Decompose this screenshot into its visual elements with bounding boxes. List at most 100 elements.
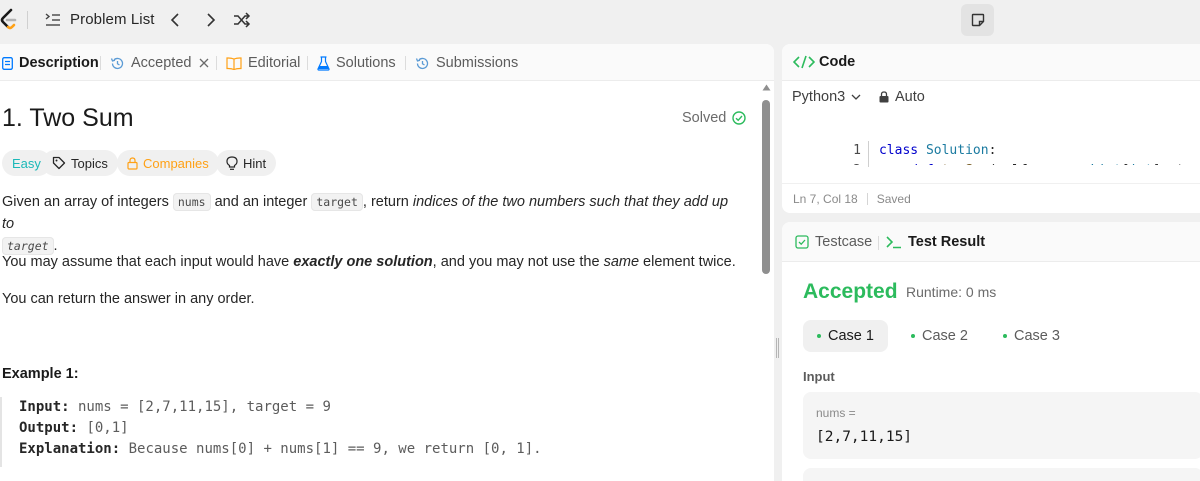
panel-resize-handle[interactable]: [776, 338, 779, 358]
code-title: Code: [819, 54, 856, 70]
tab-description[interactable]: Description: [2, 54, 99, 72]
scrollbar-thumb[interactable]: [762, 100, 770, 274]
chevron-left-icon[interactable]: [167, 11, 185, 29]
code-tab[interactable]: Code: [793, 54, 855, 70]
problem-list-icon[interactable]: [45, 13, 61, 27]
language-select[interactable]: Python3: [792, 89, 861, 105]
tab-submissions[interactable]: Submissions: [415, 54, 518, 72]
code-line: 2 def twoSum(self, nums: List[int], targ…: [782, 141, 1200, 165]
close-icon[interactable]: [199, 58, 209, 68]
chevron-down-icon: [851, 94, 861, 100]
input-var-value: [2,7,11,15]: [816, 429, 913, 445]
example-key: Explanation:: [19, 441, 121, 457]
history-icon: [110, 57, 124, 69]
language-label: Python3: [792, 89, 846, 105]
companies-button[interactable]: Companies: [117, 150, 219, 176]
inline-code: nums: [172, 193, 211, 211]
tab-editorial[interactable]: Editorial: [226, 54, 300, 72]
tab-divider: [100, 56, 101, 70]
text: and an integer: [210, 194, 312, 210]
hint-button[interactable]: Hint: [216, 150, 277, 176]
input-var-label: nums =: [816, 406, 856, 420]
tag-icon: [52, 156, 66, 170]
check-circle-icon: [732, 111, 747, 125]
case-tab-3[interactable]: Case 3: [989, 320, 1074, 352]
text: , and you may not use the: [432, 254, 604, 270]
tab-divider: [307, 56, 308, 70]
code-editor[interactable]: 1class Solution: 2 def twoSum(self, nums…: [782, 121, 1200, 165]
test-result-panel: Testcase Test Result Accepted Runtime: 0…: [782, 222, 1200, 481]
code-line: 3 for i in range(len(nums)):: [782, 161, 1145, 165]
emphasis-text: same: [603, 254, 640, 270]
case-tab-2[interactable]: Case 2: [897, 320, 982, 352]
case-label: Case 3: [1014, 328, 1060, 344]
flask-icon: [317, 55, 330, 71]
tab-testcase-label: Testcase: [815, 234, 873, 250]
checkbox-icon: [795, 235, 809, 249]
text: , return: [362, 194, 413, 210]
topics-button[interactable]: Topics: [42, 150, 118, 176]
text: element twice.: [639, 254, 736, 270]
tab-description-label: Description: [19, 55, 99, 71]
tab-test-result[interactable]: Test Result: [886, 234, 985, 250]
tab-submissions-label: Submissions: [436, 55, 519, 71]
example-explanation-line: Explanation: Because nums[0] + nums[1] =…: [19, 439, 600, 460]
editor-status-bar: Ln 7, Col 18 Saved: [782, 183, 1200, 213]
code-line: 1 class Solution:: [782, 121, 996, 158]
solved-label: Solved: [682, 110, 727, 126]
lock-icon: [127, 156, 138, 170]
example-input-line: Input: nums = [2,7,11,15], target = 9: [19, 397, 600, 418]
scroll-up-arrow-icon[interactable]: [762, 84, 771, 91]
example-block: Input: nums = [2,7,11,15], target = 9 Ou…: [0, 397, 600, 467]
hint-label: Hint: [243, 155, 267, 171]
shuffle-icon[interactable]: [233, 11, 251, 29]
save-status: Saved: [876, 191, 911, 206]
leetcode-logo[interactable]: [0, 8, 18, 32]
strong-text: exactly one solution: [293, 254, 433, 270]
auto-mode-toggle[interactable]: Auto: [879, 89, 925, 105]
inline-code: target: [311, 193, 363, 211]
tab-test-result-label: Test Result: [908, 234, 986, 250]
auto-label: Auto: [895, 89, 925, 105]
pass-dot: [817, 334, 821, 338]
note-icon: [971, 13, 984, 27]
terminal-icon: [886, 236, 901, 249]
pass-dot: [911, 334, 915, 338]
top-navbar: Problem List: [0, 0, 1200, 44]
pass-dot: [1003, 334, 1007, 338]
tab-divider: [216, 56, 217, 70]
status-divider: [866, 192, 868, 205]
chevron-right-icon[interactable]: [201, 11, 219, 29]
case-label: Case 1: [828, 328, 874, 344]
input-nums-box[interactable]: nums = [2,7,11,15]: [803, 392, 1200, 459]
input-target-box[interactable]: [803, 468, 1200, 481]
book-icon: [226, 56, 242, 70]
solved-status: Solved: [682, 110, 747, 126]
notes-button[interactable]: [961, 4, 994, 36]
tab-testcase[interactable]: Testcase: [795, 234, 872, 250]
test-panel-header: Testcase Test Result: [782, 222, 1200, 262]
tab-accepted[interactable]: Accepted: [110, 54, 209, 72]
document-icon: [2, 56, 13, 70]
description-panel: Description Accepted Editorial Solutions…: [0, 44, 774, 481]
problem-statement-p3: You can return the answer in any order.: [2, 291, 255, 307]
text: You may assume that each input would hav…: [2, 254, 294, 270]
topbar-divider: [27, 11, 28, 29]
problem-list-link[interactable]: Problem List: [70, 11, 155, 28]
history-icon: [415, 57, 429, 69]
lightbulb-icon: [226, 155, 238, 170]
code-panel-header: Code: [782, 44, 1200, 81]
example-title: Example 1:: [2, 366, 79, 382]
case-tab-1[interactable]: Case 1: [803, 320, 888, 352]
tab-solutions[interactable]: Solutions: [317, 54, 396, 72]
code-brackets-icon: [793, 55, 815, 69]
result-status: Accepted: [803, 280, 898, 303]
topics-label: Topics: [71, 155, 108, 171]
input-section-label: Input: [803, 369, 835, 384]
code-panel: Code Python3 Auto 1class Solution: 2 def…: [782, 44, 1200, 213]
problem-title[interactable]: 1. Two Sum: [2, 104, 134, 133]
cursor-position: Ln 7, Col 18: [793, 191, 858, 206]
description-tabs: Description Accepted Editorial Solutions…: [0, 44, 774, 81]
tab-divider: [878, 236, 879, 250]
runtime-value: Runtime: 0 ms: [906, 284, 997, 300]
